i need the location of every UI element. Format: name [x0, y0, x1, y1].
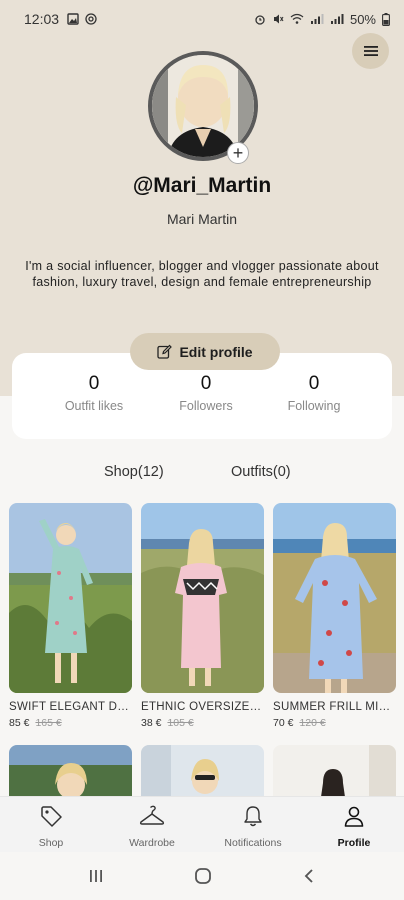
home-icon[interactable]: [194, 867, 212, 885]
profile-bio: I'm a social influencer, blogger and vlo…: [25, 259, 379, 289]
product-old-price: 120 €: [299, 717, 326, 729]
edit-icon: [157, 344, 173, 359]
nav-label: Profile: [337, 837, 371, 849]
product-name: SWIFT ELEGANT DRESS: [9, 701, 132, 713]
back-icon[interactable]: [302, 868, 316, 884]
product-price: 85 €: [9, 717, 30, 729]
product-image: [141, 503, 264, 693]
product-card[interactable]: [9, 745, 132, 797]
battery-percent: 50%: [349, 11, 376, 27]
product-image: [273, 503, 396, 693]
bell-icon: [244, 806, 262, 827]
alarm-icon: [255, 15, 265, 25]
mute-icon: [273, 14, 284, 24]
product-old-price: 165 €: [35, 717, 62, 729]
nav-item-shop[interactable]: Shop: [6, 805, 96, 849]
nav-label: Wardrobe: [129, 837, 175, 849]
recent-apps-icon[interactable]: [88, 868, 104, 884]
nav-item-wardrobe[interactable]: Wardrobe: [107, 805, 197, 849]
image-icon: [67, 13, 79, 25]
battery-icon: [382, 12, 390, 26]
status-bar: 12:03 50%: [0, 0, 404, 38]
stat-label: Outfit likes: [64, 399, 124, 413]
product-name: ETHNIC OVERSIZE DRESS: [141, 701, 264, 713]
product-card[interactable]: [273, 745, 396, 797]
bottom-navigation: Shop Wardrobe Notifications Profile: [0, 796, 404, 852]
wifi-icon: [290, 13, 304, 24]
product-card[interactable]: SWIFT ELEGANT DRESS 85 € 165 €: [9, 503, 132, 729]
stat-label: Following: [287, 399, 341, 413]
at-icon: [85, 13, 97, 25]
hanger-icon: [139, 805, 165, 825]
profile-full-name: Mari Martin: [166, 211, 237, 227]
tag-icon: [41, 806, 62, 827]
hamburger-menu-icon: [363, 46, 378, 56]
tab-shop[interactable]: Shop(12): [104, 464, 164, 480]
edit-profile-button[interactable]: Edit profile: [130, 333, 280, 370]
product-image: [9, 503, 132, 693]
nav-label: Shop: [38, 837, 64, 849]
product-price: 38 €: [141, 717, 162, 729]
product-price: 70 €: [273, 717, 294, 729]
tab-outfits[interactable]: Outfits(0): [231, 464, 291, 480]
menu-button[interactable]: [352, 33, 389, 69]
nav-label: Notifications: [224, 837, 282, 849]
product-name: SUMMER FRILL MINI DRESS: [273, 701, 396, 713]
signal-icon: [310, 14, 324, 24]
profile-avatar[interactable]: +: [148, 51, 258, 164]
nav-item-notifications[interactable]: Notifications: [208, 805, 298, 849]
product-card[interactable]: ETHNIC OVERSIZE DRESS 38 € 105 €: [141, 503, 264, 729]
edit-profile-label: Edit profile: [179, 343, 253, 360]
stat-following[interactable]: 0 Following: [251, 373, 377, 413]
person-icon: [344, 806, 364, 827]
status-time: 12:03: [24, 11, 60, 27]
stat-outfit-likes[interactable]: 0 Outfit likes: [31, 373, 157, 413]
stat-value: 0: [88, 373, 100, 394]
product-card[interactable]: SUMMER FRILL MINI DRESS 70 € 120 €: [273, 503, 396, 729]
signal-icon: [330, 14, 344, 24]
product-card[interactable]: [141, 745, 264, 797]
product-old-price: 105 €: [167, 717, 194, 729]
profile-username: @Mari_Martin: [132, 174, 272, 197]
stat-value: 0: [308, 373, 320, 394]
nav-item-profile[interactable]: Profile: [309, 805, 399, 849]
system-navigation-bar: [0, 852, 404, 900]
add-photo-button[interactable]: +: [227, 142, 249, 164]
